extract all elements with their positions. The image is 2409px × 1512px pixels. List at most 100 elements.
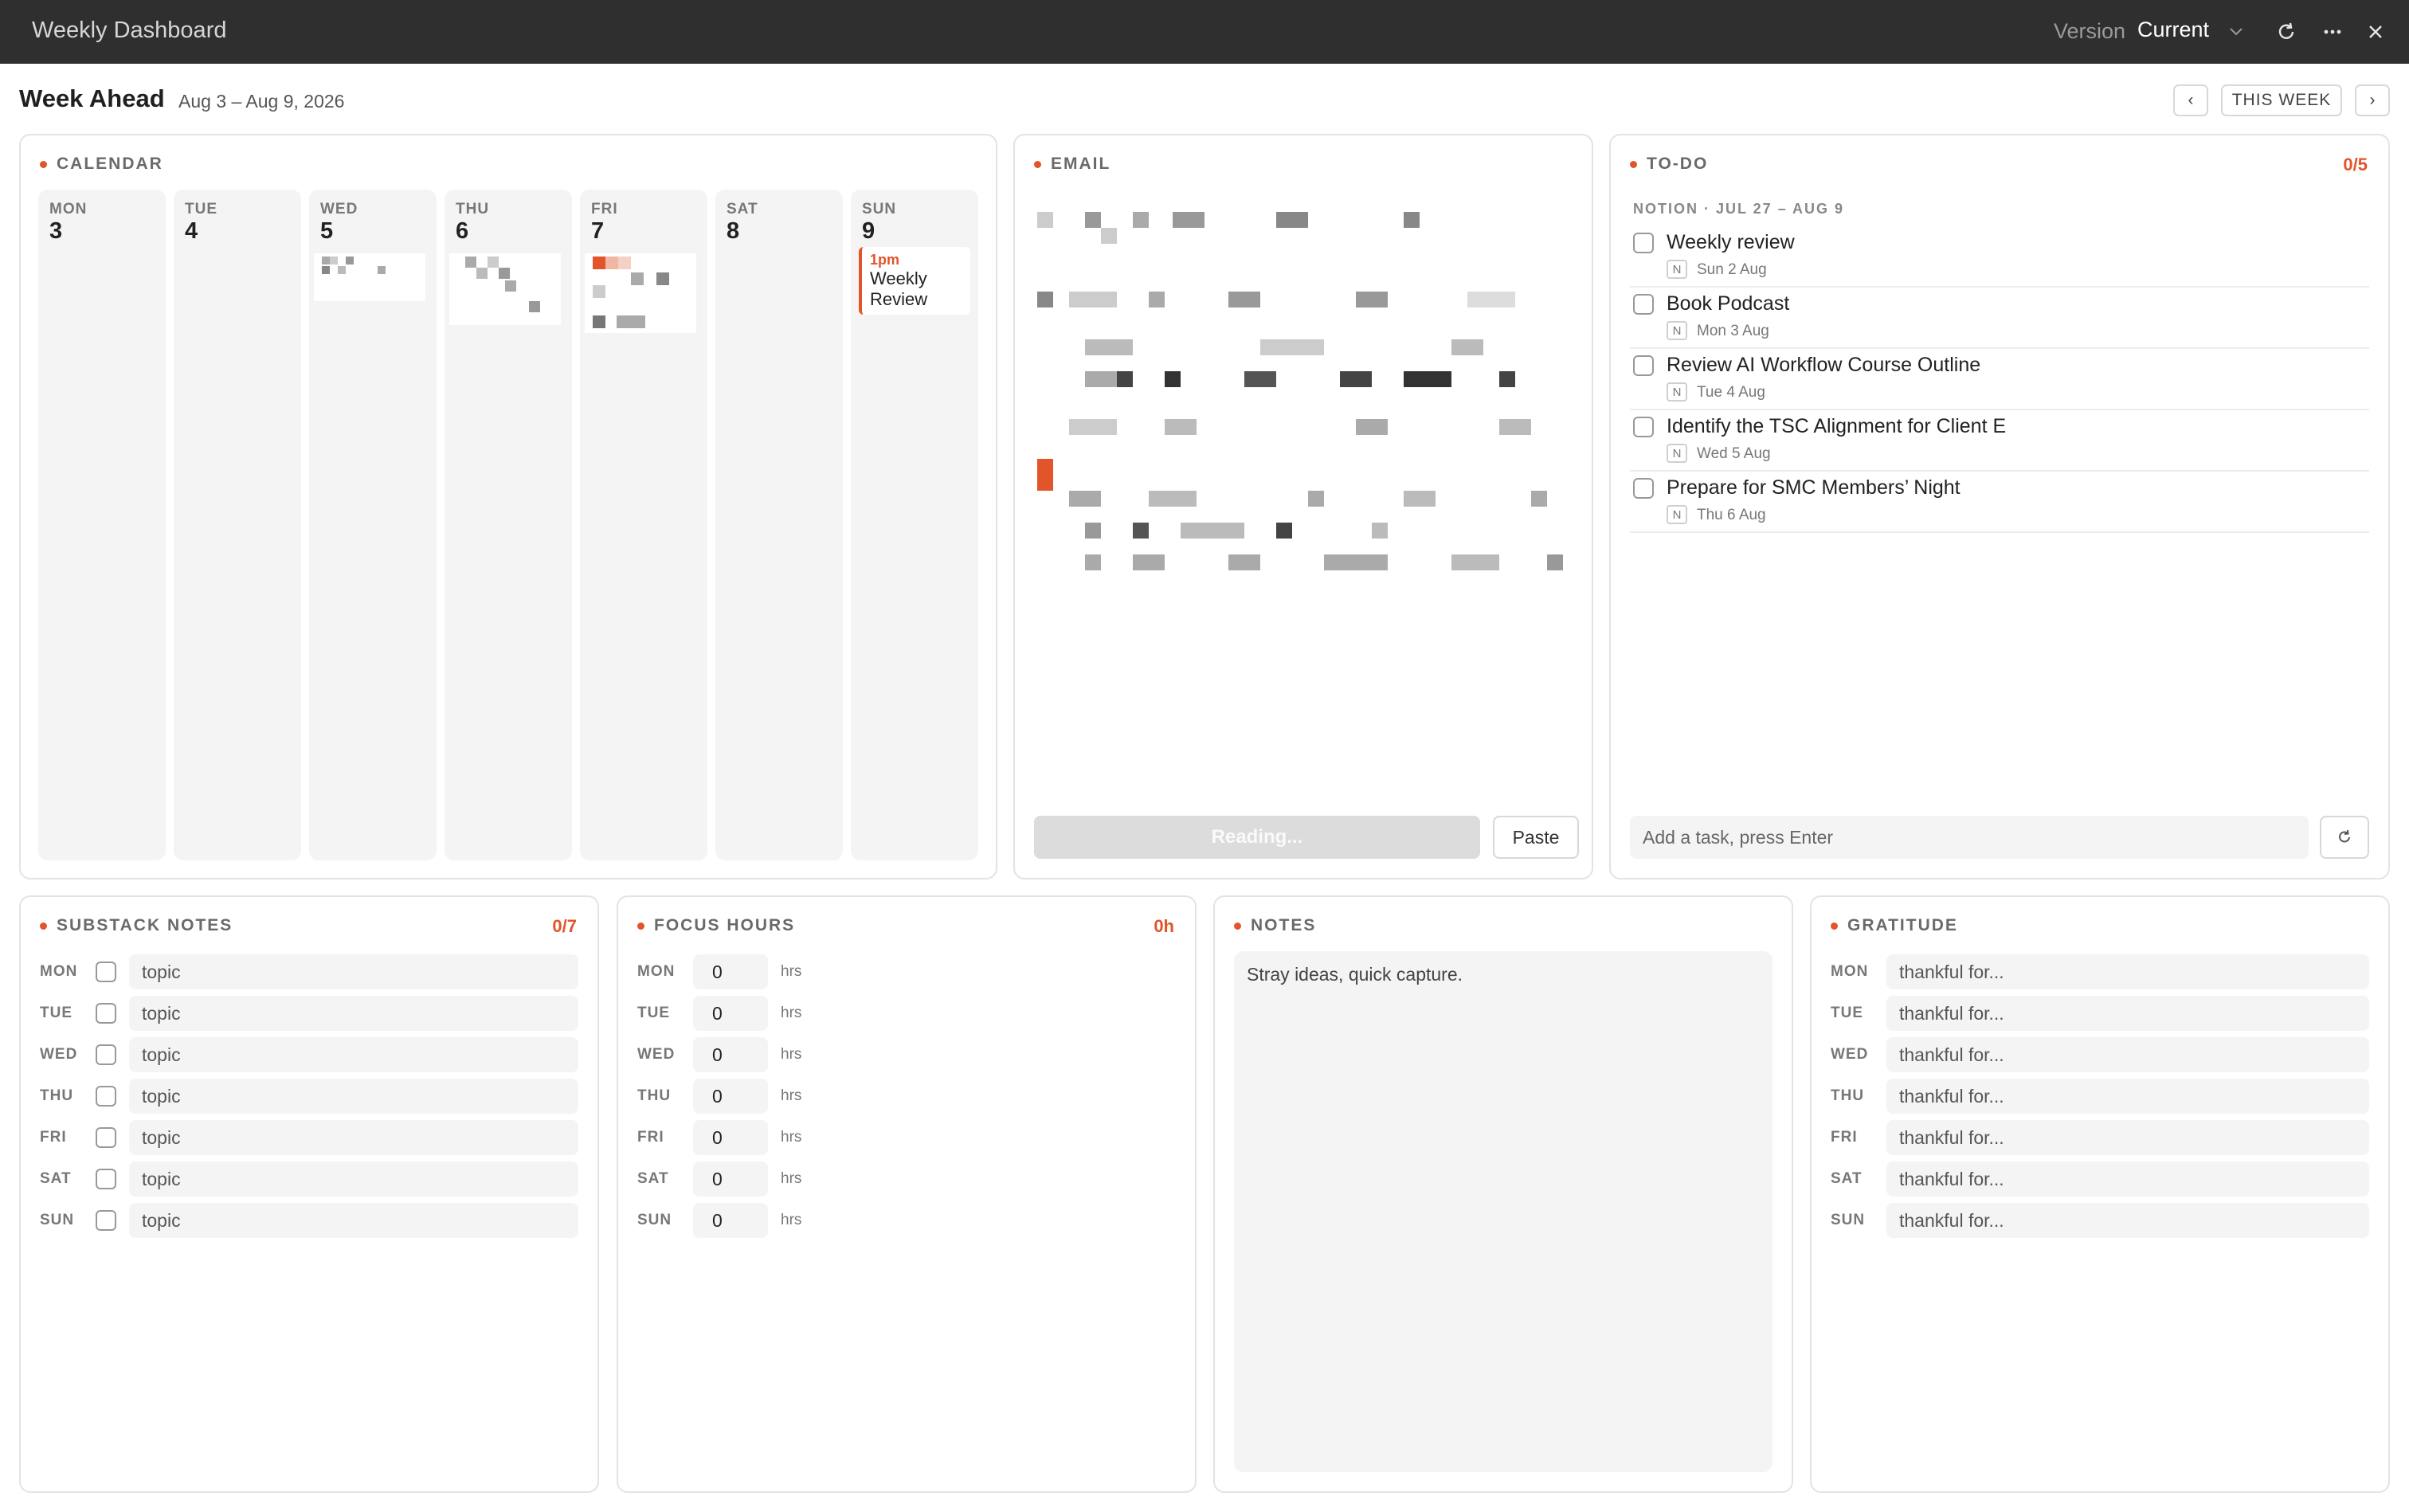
reading-button[interactable]: Reading... [1034, 816, 1480, 859]
hours-input[interactable] [693, 1161, 768, 1197]
hours-input[interactable] [693, 1079, 768, 1114]
substack-row: WED [40, 1034, 578, 1075]
add-task-input[interactable] [1630, 816, 2309, 859]
row-day: THU [1831, 1087, 1865, 1104]
todo-panel: TO-DO 0/5 NOTION · JUL 27 – AUG 9 Weekly… [1609, 134, 2390, 879]
topic-input[interactable] [129, 954, 578, 989]
this-week-button[interactable]: THIS WEEK [2221, 84, 2342, 116]
substack-checkbox[interactable] [96, 1003, 116, 1024]
gratitude-input[interactable] [1886, 1120, 2369, 1155]
refresh-icon[interactable] [2272, 18, 2301, 46]
accent-dot [1034, 160, 1041, 168]
calendar-day-tue[interactable]: TUE 4 [174, 190, 301, 860]
accent-dot [1630, 160, 1637, 168]
refresh-tasks-button[interactable] [2320, 816, 2369, 859]
todo-item-title[interactable]: Weekly review [1667, 231, 1795, 254]
substack-checkbox[interactable] [96, 1169, 116, 1189]
substack-checkbox[interactable] [96, 1127, 116, 1148]
email-title: EMAIL [1051, 155, 1111, 173]
hours-input[interactable] [693, 1120, 768, 1155]
substack-checkbox[interactable] [96, 1086, 116, 1107]
hours-input[interactable] [693, 1037, 768, 1072]
gratitude-input[interactable] [1886, 1037, 2369, 1072]
notes-textarea[interactable] [1234, 951, 1772, 1472]
topic-input[interactable] [129, 996, 578, 1031]
todo-item-title[interactable]: Prepare for SMC Members’ Night [1667, 476, 1960, 499]
event-title: Weekly Review [870, 268, 928, 309]
focus-row: FRI hrs [637, 1117, 1176, 1158]
todo-checkbox[interactable] [1633, 294, 1654, 315]
topic-input[interactable] [129, 1120, 578, 1155]
calendar-panel: CALENDAR MON 3 TUE 4 WED 5 THU 6 FRI 7 S… [19, 134, 997, 879]
substack-count: 0/7 [552, 916, 577, 936]
gratitude-input[interactable] [1886, 996, 2369, 1031]
gratitude-input[interactable] [1886, 954, 2369, 989]
row-day: THU [40, 1087, 74, 1104]
accent-dot [40, 922, 47, 930]
hours-unit: hrs [781, 1212, 802, 1228]
todo-item-title[interactable]: Review AI Workflow Course Outline [1667, 354, 1980, 377]
calendar-event[interactable]: 1pm Weekly Review [859, 247, 970, 315]
version-selector[interactable]: Current [2137, 18, 2209, 42]
app-title: Weekly Dashboard [32, 18, 227, 43]
topic-input[interactable] [129, 1079, 578, 1114]
todo-item-title[interactable]: Book Podcast [1667, 292, 1789, 315]
day-of-week: THU [456, 201, 490, 217]
row-day: TUE [637, 1005, 670, 1021]
event-time: 1pm [870, 252, 900, 268]
todo-checkbox[interactable] [1633, 478, 1654, 499]
row-day: FRI [40, 1129, 67, 1146]
substack-checkbox[interactable] [96, 962, 116, 982]
gratitude-input[interactable] [1886, 1203, 2369, 1238]
topic-input[interactable] [129, 1203, 578, 1238]
row-day: SAT [1831, 1170, 1863, 1187]
todo-item: Prepare for SMC Members’ Night N Thu 6 A… [1630, 472, 2369, 533]
todo-item: Review AI Workflow Course Outline N Tue … [1630, 349, 2369, 410]
calendar-day-sat[interactable]: SAT 8 [715, 190, 843, 860]
calendar-day-mon[interactable]: MON 3 [38, 190, 166, 860]
gratitude-input[interactable] [1886, 1161, 2369, 1197]
substack-checkbox[interactable] [96, 1044, 116, 1065]
todo-item-date: Tue 4 Aug [1697, 384, 1765, 401]
substack-checkbox[interactable] [96, 1210, 116, 1231]
calendar-day-wed[interactable]: WED 5 [309, 190, 437, 860]
gratitude-row: THU [1831, 1075, 2369, 1117]
todo-checkbox[interactable] [1633, 355, 1654, 376]
topic-input[interactable] [129, 1037, 578, 1072]
gratitude-row: SUN [1831, 1200, 2369, 1241]
todo-checkbox[interactable] [1633, 233, 1654, 253]
more-icon[interactable] [2318, 18, 2347, 46]
accent-dot [637, 922, 644, 930]
row-day: SUN [1831, 1212, 1866, 1228]
focus-panel: FOCUS HOURS 0h MON hrs TUE hrs WED hrs THU h… [617, 895, 1197, 1493]
gratitude-input[interactable] [1886, 1079, 2369, 1114]
calendar-day-fri[interactable]: FRI 7 [580, 190, 707, 860]
paste-button[interactable]: Paste [1493, 816, 1579, 859]
notes-title: NOTES [1251, 916, 1317, 934]
prev-week-button[interactable]: ‹ [2173, 84, 2208, 116]
substack-row: THU [40, 1075, 578, 1117]
todo-item-title[interactable]: Identify the TSC Alignment for Client E [1667, 415, 2006, 438]
notion-badge: N [1667, 444, 1687, 463]
day-number: 5 [320, 218, 334, 244]
gratitude-row: WED [1831, 1034, 2369, 1075]
accent-dot [1831, 922, 1838, 930]
hours-input[interactable] [693, 1203, 768, 1238]
close-icon[interactable] [2361, 18, 2390, 46]
calendar-day-sun[interactable]: SUN 9 1pm Weekly Review [851, 190, 978, 860]
todo-checkbox[interactable] [1633, 417, 1654, 437]
topic-input[interactable] [129, 1161, 578, 1197]
calendar-day-thu[interactable]: THU 6 [445, 190, 572, 860]
todo-list: Weekly review N Sun 2 Aug Book Podcast N… [1630, 226, 2369, 533]
gratitude-rows: MON TUE WED THU FRI SAT SUN [1831, 951, 2369, 1241]
hours-input[interactable] [693, 954, 768, 989]
todo-item-date: Mon 3 Aug [1697, 323, 1769, 339]
next-week-button[interactable]: › [2355, 84, 2390, 116]
hours-input[interactable] [693, 996, 768, 1031]
chevron-down-icon[interactable] [2227, 22, 2245, 44]
day-of-week: MON [49, 201, 88, 217]
row-day: FRI [1831, 1129, 1858, 1146]
gratitude-title: GRATITUDE [1847, 916, 1958, 934]
notes-header: NOTES [1234, 916, 1316, 935]
day-number: 4 [185, 218, 198, 244]
